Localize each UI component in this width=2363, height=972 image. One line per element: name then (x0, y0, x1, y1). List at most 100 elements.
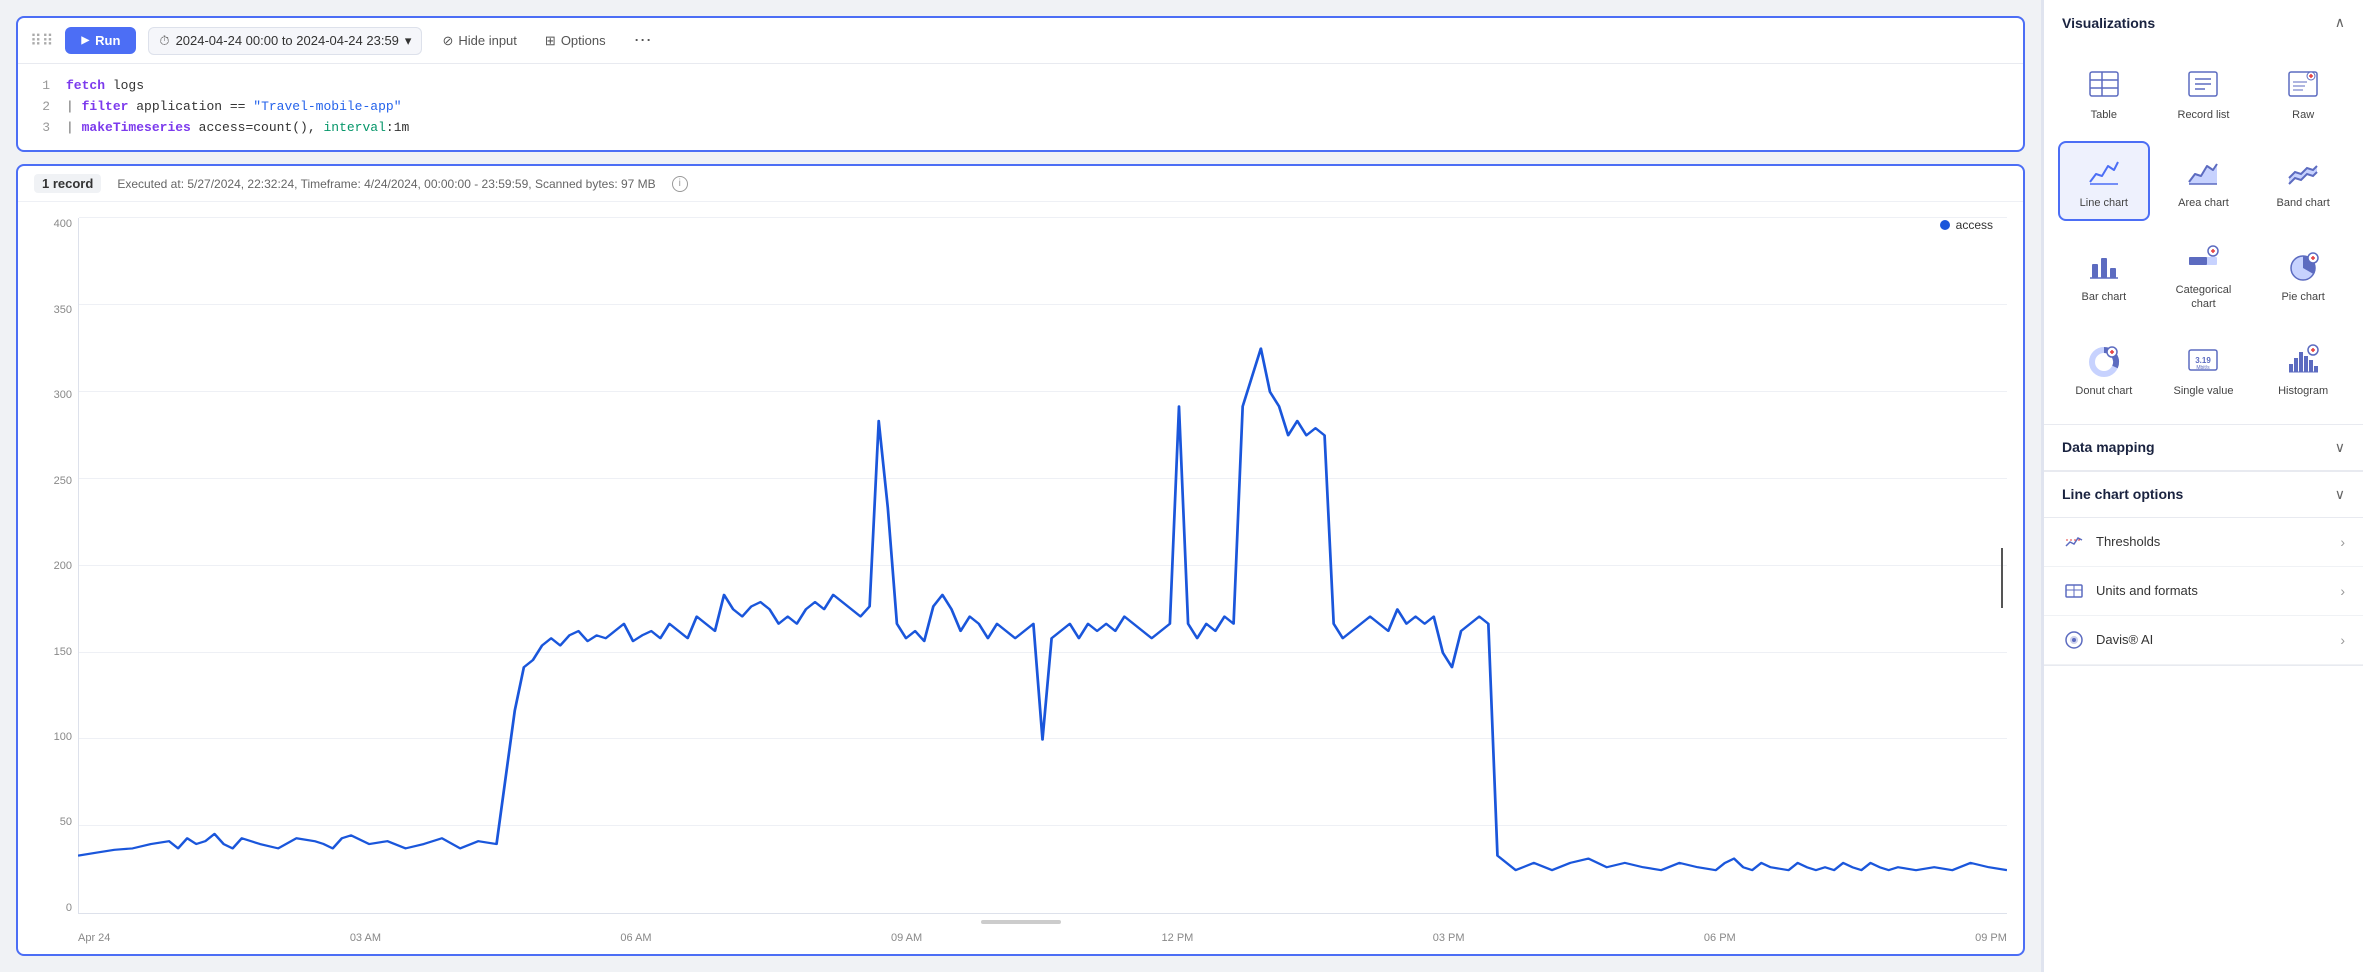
davis-ai-icon (2062, 628, 2086, 652)
chart-header: 1 record Executed at: 5/27/2024, 22:32:2… (18, 166, 2023, 202)
lco-collapse-icon: ∨ (2335, 486, 2345, 503)
right-sidebar: Visualizations ∧ Table (2043, 0, 2363, 972)
viz-item-area-chart[interactable]: Area chart (2158, 141, 2250, 221)
data-mapping-header[interactable]: Data mapping ∨ (2044, 425, 2363, 471)
y-label-150: 150 (54, 646, 72, 658)
run-button[interactable]: Run (65, 27, 136, 54)
raw-icon (2283, 64, 2323, 104)
thresholds-icon (2062, 530, 2086, 554)
viz-item-bar-chart[interactable]: Bar chart (2058, 229, 2150, 322)
x-label-9pm: 09 PM (1975, 932, 2007, 944)
davis-ai-label: Davis® AI (2096, 632, 2153, 647)
code-line-2: 2 | filter application == "Travel-mobile… (34, 97, 2007, 118)
viz-label-donut-chart: Donut chart (2075, 384, 2132, 398)
execution-info: Executed at: 5/27/2024, 22:32:24, Timefr… (117, 177, 655, 191)
histogram-icon (2283, 340, 2323, 380)
line-chart-options-title: Line chart options (2062, 486, 2183, 502)
x-label-3pm: 03 PM (1433, 932, 1465, 944)
data-mapping-collapse-icon: ∨ (2335, 439, 2345, 456)
svg-text:3.19: 3.19 (2196, 356, 2212, 365)
y-label-0: 0 (66, 902, 72, 914)
code-editor[interactable]: 1 fetch logs 2 | filter application == "… (18, 64, 2023, 150)
units-formats-option[interactable]: Units and formats › (2044, 567, 2363, 616)
line-chart-options-header[interactable]: Line chart options ∨ (2044, 472, 2363, 518)
time-range-picker[interactable]: ⏱ 2024-04-24 00:00 to 2024-04-24 23:59 ▾ (148, 27, 422, 55)
hide-input-button[interactable]: ⊘ Hide input (434, 28, 524, 54)
options-button[interactable]: ⊞ Options (537, 28, 614, 54)
viz-label-categorical-chart: Categorical chart (2164, 283, 2244, 312)
thresholds-label: Thresholds (2096, 534, 2160, 549)
viz-label-bar-chart: Bar chart (2082, 290, 2127, 304)
pie-chart-icon (2283, 246, 2323, 286)
record-count-badge: 1 record (34, 174, 101, 193)
visualizations-section: Visualizations ∧ Table (2044, 0, 2363, 425)
units-formats-left: Units and formats (2062, 579, 2198, 603)
more-menu-button[interactable]: ⋯ (626, 26, 660, 55)
units-formats-chevron-icon: › (2340, 583, 2345, 599)
line-chart-options-section: Line chart options ∨ Thresholds › (2044, 472, 2363, 666)
viz-label-band-chart: Band chart (2277, 196, 2330, 210)
drag-handle-line[interactable] (2001, 548, 2003, 608)
area-chart-icon (2183, 152, 2223, 192)
x-label-3am: 03 AM (350, 932, 381, 944)
viz-label-record-list: Record list (2178, 108, 2230, 122)
viz-item-categorical-chart[interactable]: Categorical chart (2158, 229, 2250, 322)
y-label-350: 350 (54, 304, 72, 316)
davis-ai-option[interactable]: Davis® AI › (2044, 616, 2363, 665)
viz-item-line-chart[interactable]: Line chart (2058, 141, 2150, 221)
band-chart-icon (2283, 152, 2323, 192)
viz-item-pie-chart[interactable]: Pie chart (2257, 229, 2349, 322)
categorical-chart-icon (2183, 239, 2223, 279)
y-label-250: 250 (54, 475, 72, 487)
record-list-icon (2183, 64, 2223, 104)
donut-chart-icon (2084, 340, 2124, 380)
y-label-400: 400 (54, 218, 72, 230)
chart-svg (78, 218, 2007, 914)
x-label-12pm: 12 PM (1162, 932, 1194, 944)
viz-item-band-chart[interactable]: Band chart (2257, 141, 2349, 221)
davis-ai-chevron-icon: › (2340, 632, 2345, 648)
thresholds-option[interactable]: Thresholds › (2044, 518, 2363, 567)
collapse-visualizations-icon: ∧ (2335, 14, 2345, 31)
line-chart-icon (2084, 152, 2124, 192)
info-icon[interactable]: i (672, 176, 688, 192)
viz-label-histogram: Histogram (2278, 384, 2328, 398)
chart-section: 1 record Executed at: 5/27/2024, 22:32:2… (16, 164, 2025, 956)
visualizations-header[interactable]: Visualizations ∧ (2044, 0, 2363, 45)
code-line-3: 3 | makeTimeseries access=count(), inter… (34, 118, 2007, 139)
viz-item-record-list[interactable]: Record list (2158, 53, 2250, 133)
code-toolbar: ⠿⠿ Run ⏱ 2024-04-24 00:00 to 2024-04-24 … (18, 18, 2023, 64)
viz-label-line-chart: Line chart (2080, 196, 2128, 210)
davis-ai-left: Davis® AI (2062, 628, 2153, 652)
scroll-bar[interactable] (981, 920, 1061, 924)
viz-label-pie-chart: Pie chart (2281, 290, 2324, 304)
viz-item-histogram[interactable]: Histogram (2257, 330, 2349, 410)
time-range-chevron-icon: ▾ (405, 33, 412, 49)
bar-chart-icon (2084, 246, 2124, 286)
visualizations-title: Visualizations (2062, 15, 2155, 31)
clock-icon: ⏱ (159, 33, 169, 49)
code-line-1: 1 fetch logs (34, 76, 2007, 97)
viz-label-table: Table (2091, 108, 2117, 122)
options-icon: ⊞ (545, 33, 556, 49)
viz-item-donut-chart[interactable]: Donut chart (2058, 330, 2150, 410)
data-mapping-section: Data mapping ∨ (2044, 425, 2363, 472)
viz-item-raw[interactable]: Raw (2257, 53, 2349, 133)
viz-label-raw: Raw (2292, 108, 2314, 122)
viz-label-single-value: Single value (2174, 384, 2234, 398)
data-mapping-title: Data mapping (2062, 439, 2155, 455)
viz-label-area-chart: Area chart (2178, 196, 2229, 210)
units-formats-icon (2062, 579, 2086, 603)
x-axis: Apr 24 03 AM 06 AM 09 AM 12 PM 03 PM 06 … (78, 932, 2007, 944)
single-value-icon: 3.19 Mbit/s (2183, 340, 2223, 380)
y-axis: 0 50 100 150 200 250 300 350 400 (28, 218, 72, 914)
code-panel: ⠿⠿ Run ⏱ 2024-04-24 00:00 to 2024-04-24 … (16, 16, 2025, 152)
y-label-50: 50 (60, 816, 72, 828)
viz-item-single-value[interactable]: 3.19 Mbit/s Single value (2158, 330, 2250, 410)
drag-handle-icon[interactable]: ⠿⠿ (30, 31, 53, 51)
y-label-300: 300 (54, 389, 72, 401)
viz-item-table[interactable]: Table (2058, 53, 2150, 133)
svg-text:Mbit/s: Mbit/s (2197, 365, 2211, 371)
x-label-6am: 06 AM (620, 932, 651, 944)
hide-input-icon: ⊘ (442, 33, 453, 49)
